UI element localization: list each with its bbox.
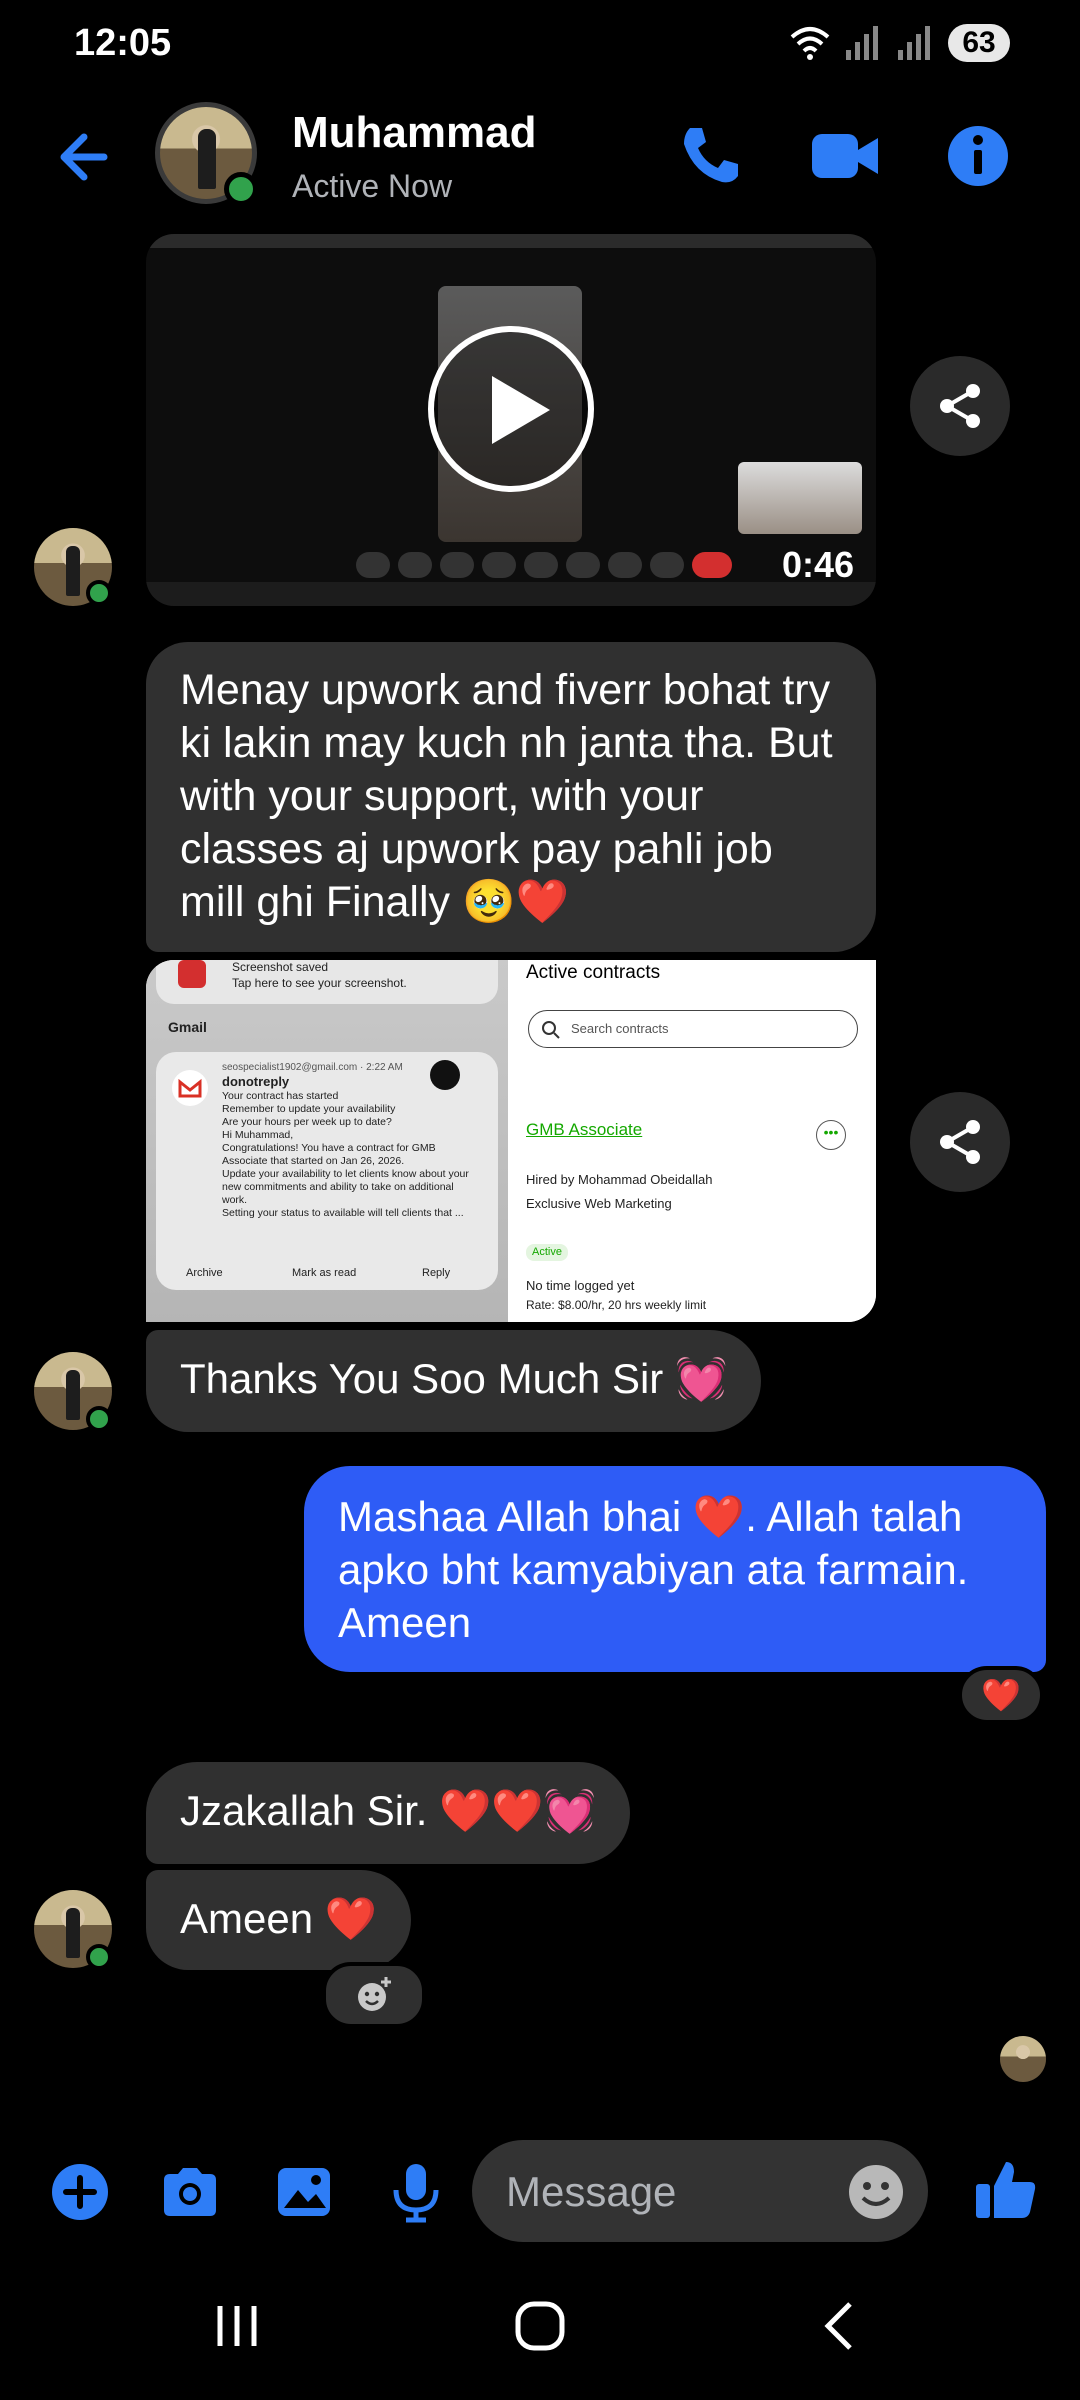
nav-back-icon[interactable] [820,2298,860,2354]
mic-icon[interactable] [384,2160,448,2224]
message-bubble-incoming[interactable]: Jzakallah Sir. ❤️❤️💓 [146,1762,631,1864]
contract-title: GMB Associate [526,1120,643,1139]
hired-by: Hired by Mohammad Obeidallah [526,1172,713,1187]
online-indicator [86,1944,112,1970]
plus-icon[interactable] [48,2160,112,2224]
seen-receipt-avatar [1000,2036,1046,2082]
video-duration: 0:46 [781,544,854,585]
email-body: Your contract has started Remember to up… [222,1090,469,1219]
message-bubble-incoming[interactable]: Menay upwork and fiverr bohat try ki lak… [146,642,876,952]
play-icon[interactable] [428,326,594,492]
back-arrow-icon[interactable] [48,125,112,189]
video-camera-icon[interactable] [808,118,884,194]
upwork-icon [430,1060,460,1090]
time-logged: No time logged yet [526,1278,635,1293]
screenshot-app-icon [178,960,206,988]
gmail-screenshot: Screenshot saved Tap here to see your sc… [146,960,508,1322]
wifi-icon [790,27,830,60]
company-name: Exclusive Web Marketing [526,1196,672,1211]
message-bubble-incoming[interactable]: Ameen ❤️ [146,1870,412,1970]
notification-title: Screenshot saved [232,960,329,974]
home-icon[interactable] [512,2298,568,2354]
contract-rate: Rate: $8.00/hr, 20 hrs weekly limit [526,1298,707,1312]
recent-apps-icon[interactable] [212,2298,262,2354]
video-frame-taskbar [146,582,876,606]
gmail-label: Gmail [168,1019,207,1035]
email-action-reply: Reply [422,1267,451,1279]
reaction-heart[interactable]: ❤️ [958,1666,1044,1724]
info-icon[interactable] [940,118,1016,194]
share-icon [940,384,980,428]
camera-icon[interactable] [158,2160,222,2224]
video-message[interactable]: 0:46 [146,234,876,606]
email-account: seospecialist1902@gmail.com · 2:22 AM [222,1062,403,1073]
email-sender: donotreply [222,1074,290,1089]
thumbs-up-icon[interactable] [972,2156,1040,2224]
gmail-notification-card: seospecialist1902@gmail.com · 2:22 AM do… [156,1052,498,1290]
presence-status: Active Now [292,168,453,204]
share-icon [940,1120,980,1164]
message-bubble-incoming[interactable]: Thanks You Soo Much Sir 💓 [146,1330,762,1432]
video-frame-pip [738,462,862,534]
email-action-mark-read: Mark as read [292,1267,357,1279]
upwork-screenshot: Active contracts Search contracts GMB As… [512,960,876,1322]
status-time: 12:05 [74,22,172,64]
gmail-icon [172,1070,208,1106]
notification-subtitle: Tap here to see your screenshot. [232,976,407,990]
contract-status: Active [526,1244,568,1261]
contact-name[interactable]: Muhammad [292,108,536,158]
image-message[interactable]: Screenshot saved Tap here to see your sc… [146,960,876,1322]
signal-icon [846,26,878,60]
add-emoji-icon [358,1977,391,2011]
emoji-icon[interactable] [846,2162,906,2222]
gallery-icon[interactable] [272,2160,336,2224]
contracts-title: Active contracts [526,962,661,983]
online-indicator [86,580,112,606]
phone-icon[interactable] [672,118,748,194]
video-frame-controls [356,552,732,578]
video-frame-toolbar [146,234,876,248]
share-button[interactable] [910,1092,1010,1192]
online-indicator [86,1406,112,1432]
search-icon [542,1021,560,1039]
contracts-search-placeholder: Search contracts [571,1021,669,1036]
status-icons: 63 [788,24,1010,62]
message-placeholder: Message [506,2168,677,2215]
email-action-archive: Archive [186,1267,223,1279]
battery-indicator: 63 [948,24,1010,62]
share-button[interactable] [910,356,1010,456]
more-options-icon: ••• [816,1120,846,1150]
signal-icon-2 [898,26,930,60]
contracts-search: Search contracts [528,1010,858,1048]
online-indicator [224,172,258,206]
message-bubble-outgoing[interactable]: Mashaa Allah bhai ❤️. Allah talah apko b… [304,1466,1046,1672]
screenshot-notification: Screenshot saved Tap here to see your sc… [156,960,498,1004]
add-reaction-button[interactable] [322,1962,426,2028]
